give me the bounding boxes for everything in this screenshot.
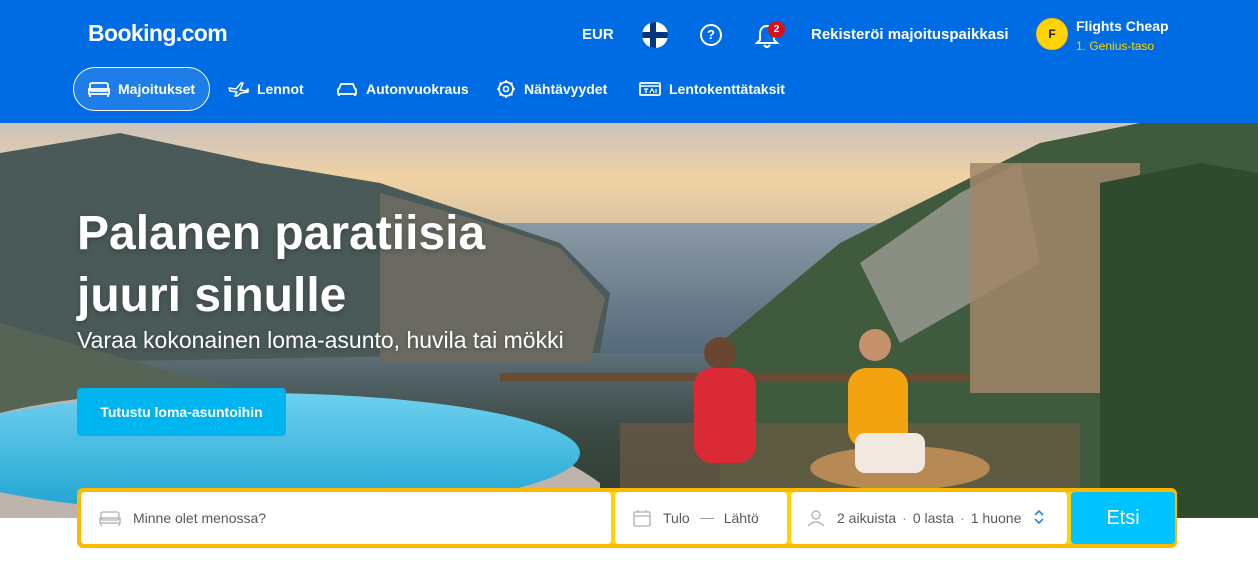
- rooms-count: 1 huone: [970, 510, 1022, 526]
- search-button[interactable]: Etsi: [1071, 492, 1175, 544]
- nav-label: Lentokenttätaksit: [669, 81, 785, 97]
- occupancy-field[interactable]: 2 aikuista · 0 lasta · 1 huone: [791, 492, 1067, 544]
- nav-item-stays[interactable]: Majoitukset: [73, 67, 211, 111]
- separator: ·: [960, 510, 965, 526]
- genius-level: 1. Genius-taso: [1076, 39, 1155, 53]
- person-icon: [807, 510, 825, 527]
- hero-title: Palanen paratiisia juuri sinulle: [77, 203, 597, 327]
- currency-button[interactable]: EUR: [582, 26, 614, 43]
- adults-count: 2 aikuista: [837, 510, 897, 526]
- nav-item-flights[interactable]: Lennot: [213, 67, 318, 111]
- search-bar-inner: Tulo Lähtö 2 aikuista · 0 lasta · 1 huon…: [81, 492, 1175, 544]
- plane-icon: [228, 82, 249, 97]
- taxi-icon: [639, 82, 661, 96]
- avatar[interactable]: F: [1036, 18, 1068, 50]
- booking-logo[interactable]: Booking.com: [88, 20, 228, 47]
- hero-subtitle: Varaa kokonainen loma-asunto, huvila tai…: [77, 327, 564, 353]
- nav-label: Nähtävyydet: [524, 81, 608, 97]
- bed-icon: [88, 82, 110, 97]
- chevron-updown-icon: [1034, 509, 1044, 525]
- nav-label: Lennot: [257, 81, 304, 97]
- nav-item-airport-taxis[interactable]: Lentokenttätaksit: [625, 67, 799, 111]
- hero-title-line: juuri sinulle: [77, 269, 347, 322]
- user-name[interactable]: Flights Cheap: [1076, 18, 1169, 34]
- children-count: 0 lasta: [912, 510, 955, 526]
- nav-item-car-rental[interactable]: Autonvuokraus: [322, 67, 483, 111]
- help-icon[interactable]: ?: [700, 24, 722, 46]
- destination-input[interactable]: [133, 510, 553, 526]
- date-separator: [699, 517, 714, 519]
- car-icon: [337, 83, 357, 96]
- destination-field[interactable]: [81, 492, 611, 544]
- hero-banner: Palanen paratiisia juuri sinulle Varaa k…: [0, 123, 1258, 518]
- nav-item-attractions[interactable]: Nähtävyydet: [482, 67, 621, 111]
- date-field[interactable]: Tulo Lähtö: [615, 492, 787, 544]
- checkin-label: Tulo: [663, 510, 690, 526]
- separator: ·: [902, 510, 907, 526]
- header: Booking.com EUR ? 2 Rekisteröi majoitusp…: [0, 0, 1258, 123]
- checkout-label: Lähtö: [723, 510, 759, 526]
- nav-label: Majoitukset: [118, 81, 196, 97]
- notification-badge: 2: [768, 21, 785, 38]
- hero-title-line: Palanen paratiisia: [77, 207, 486, 260]
- bed-icon: [99, 511, 121, 526]
- explore-vacation-rentals-button[interactable]: Tutustu loma-asuntoihin: [77, 388, 286, 436]
- finland-flag-icon[interactable]: [642, 22, 668, 48]
- calendar-icon: [633, 510, 651, 527]
- nav-label: Autonvuokraus: [366, 81, 469, 97]
- attractions-icon: [497, 80, 515, 98]
- search-bar: Tulo Lähtö 2 aikuista · 0 lasta · 1 huon…: [77, 488, 1177, 548]
- register-property-link[interactable]: Rekisteröi majoituspaikkasi: [811, 26, 1009, 43]
